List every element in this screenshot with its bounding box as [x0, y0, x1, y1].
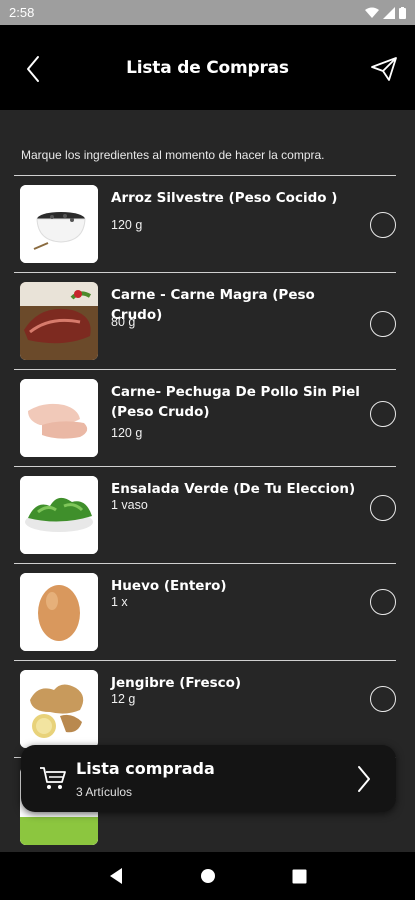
instruction-text: Marque los ingredientes al momento de ha… — [21, 148, 325, 162]
item-quantity: 1 x — [111, 595, 128, 609]
nav-home-icon[interactable] — [200, 868, 216, 884]
item-image — [20, 573, 98, 651]
item-image — [20, 185, 98, 263]
system-nav-bar — [0, 852, 415, 900]
paper-plane-icon — [371, 57, 397, 81]
status-time: 2:58 — [9, 5, 35, 20]
shopping-cart-icon — [40, 767, 66, 789]
item-checkbox[interactable] — [370, 589, 396, 615]
item-name: Arroz Silvestre (Peso Cocido ) — [111, 190, 338, 206]
item-quantity: 120 g — [111, 426, 143, 440]
item-quantity: 1 vaso — [111, 498, 148, 512]
app-header: Lista de Compras — [0, 25, 415, 110]
battery-icon — [399, 6, 406, 19]
list-item[interactable]: Ensalada Verde (De Tu Eleccion) 1 vaso — [14, 466, 396, 563]
item-name: Carne - Carne Magra (Peso Crudo) — [111, 287, 315, 323]
purchased-list-title: Lista comprada — [76, 759, 215, 778]
purchased-list-card[interactable]: Lista comprada 3 Artículos — [21, 745, 396, 812]
list-item[interactable]: Arroz Silvestre (Peso Cocido ) 120 g — [14, 175, 396, 272]
item-quantity: 12 g — [111, 692, 136, 706]
item-image — [20, 282, 98, 360]
back-button[interactable] — [16, 52, 50, 86]
item-image — [20, 476, 98, 554]
send-button[interactable] — [367, 52, 401, 86]
chevron-right-icon — [358, 766, 370, 792]
page-title: Lista de Compras — [126, 57, 289, 78]
list-item[interactable]: Huevo (Entero) 1 x — [14, 563, 396, 660]
nav-back-icon[interactable] — [108, 867, 124, 885]
item-name: Carne- Pechuga De Pollo Sin Piel (Peso C… — [111, 384, 360, 420]
item-checkbox[interactable] — [370, 686, 396, 712]
item-checkbox[interactable] — [370, 212, 396, 238]
item-name: Jengibre (Fresco) — [111, 675, 242, 691]
item-checkbox[interactable] — [370, 311, 396, 337]
purchased-list-count: 3 Artículos — [76, 785, 133, 799]
item-name: Huevo (Entero) — [111, 578, 227, 594]
item-name: Ensalada Verde (De Tu Eleccion) — [111, 481, 356, 497]
status-bar: 2:58 — [0, 0, 415, 25]
item-quantity: 80 g — [111, 315, 136, 329]
list-item[interactable]: Jengibre (Fresco) 12 g — [14, 660, 396, 757]
item-checkbox[interactable] — [370, 401, 396, 427]
item-image — [20, 379, 98, 457]
item-image — [20, 670, 98, 748]
list-item[interactable]: Carne- Pechuga De Pollo Sin Piel (Peso C… — [14, 369, 396, 466]
wifi-icon — [365, 7, 379, 18]
list-item[interactable]: Carne - Carne Magra (Peso Crudo) 80 g — [14, 272, 396, 369]
signal-icon — [383, 6, 395, 19]
status-icons — [365, 6, 406, 19]
nav-recents-icon[interactable] — [292, 869, 307, 884]
item-checkbox[interactable] — [370, 495, 396, 521]
item-quantity: 120 g — [111, 218, 143, 232]
chevron-left-icon — [27, 56, 39, 82]
